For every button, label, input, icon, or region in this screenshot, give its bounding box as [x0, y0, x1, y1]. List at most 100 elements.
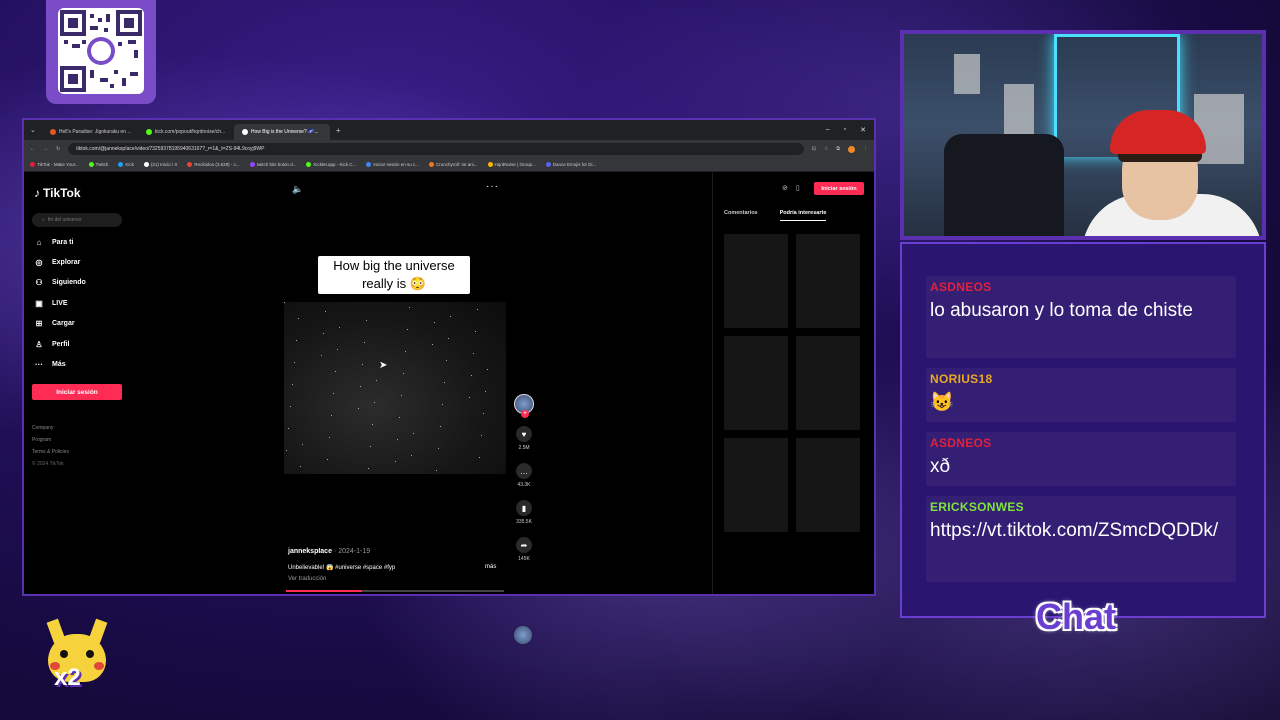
more-link[interactable]: más [485, 564, 496, 570]
star [411, 455, 412, 456]
bookmark-favicon-icon [366, 162, 372, 168]
video-thumbnail[interactable] [724, 438, 788, 532]
more-options-icon[interactable]: ··· [486, 181, 499, 192]
creator-avatar[interactable]: + [514, 394, 534, 418]
tab-kick[interactable]: kick.com/popout/hqrdnoise/ch... [138, 124, 234, 140]
bookmark-label: (21) Inicio / X [150, 161, 178, 167]
tab-tiktok[interactable]: How Big is the Universe? 🌌... [233, 124, 330, 140]
music-disc-icon[interactable] [514, 626, 532, 644]
video-author[interactable]: jannekspIace · 2024-1-19 [288, 548, 370, 555]
video-thumbnail[interactable] [796, 234, 860, 328]
tiktok-page: ♪ TikTok ⌕ fin del universo ⌂ Para ti ◎ Exp… [24, 172, 874, 644]
coin-icon[interactable]: ⊘ [782, 184, 788, 192]
bookmark-item[interactable]: Crunchyroll: Ve ani... [429, 161, 478, 168]
bookmark-item[interactable]: Dance Emojis for Di... [545, 162, 596, 168]
tab-you-may-like[interactable]: Podría interesarte [779, 210, 827, 221]
star [477, 309, 478, 310]
save-action[interactable]: ▮ 335.5K [516, 500, 532, 525]
star [292, 384, 293, 385]
chat-text: https://vt.tiktok.com/ZSmcDQDDk/ [930, 520, 1219, 541]
login-button-header[interactable]: Iniciar sesión [814, 182, 864, 195]
tab-hells-paradise[interactable]: Hell's Paradise: Jigokuraku en ... [42, 124, 138, 140]
star [302, 444, 303, 445]
star [335, 371, 336, 372]
tiktok-logo[interactable]: ♪ TikTok [34, 186, 81, 200]
tab-comments[interactable]: Comentarios [724, 210, 758, 221]
video-progress-bar[interactable] [286, 590, 504, 592]
footer-link-company[interactable]: Company [32, 422, 69, 434]
translate-link[interactable]: Ver traducción [288, 576, 326, 582]
like-action[interactable]: ♥ 2.5M [516, 426, 532, 451]
bookmark-item[interactable]: twitch bits botón d... [249, 162, 296, 168]
url-field[interactable]: tiktok.com/@jannekspIace/video/732593781… [68, 143, 804, 155]
minimize-icon[interactable]: – [826, 126, 830, 134]
star [337, 349, 338, 350]
login-button[interactable]: Iniciar sesión [32, 384, 122, 400]
bookmark-item[interactable]: (21) Inicio / X [143, 161, 178, 168]
footer-link-terms[interactable]: Terms & Policies [32, 446, 69, 458]
bookmark-favicon-icon [143, 162, 149, 168]
bookmark-item[interactable]: Iniciar sesión en su c... [366, 162, 419, 168]
star [333, 393, 334, 394]
profile-avatar-icon[interactable] [848, 145, 855, 153]
bookmark-star-icon[interactable]: ☆ [824, 146, 828, 152]
sound-icon[interactable]: 🔈 [292, 184, 303, 195]
bookmark-label: TikTok - Make Your... [37, 161, 79, 167]
sidebar-item-perfil[interactable]: ♙ Perfil [34, 334, 86, 354]
sidebar-item-live[interactable]: ▣ LIVE [34, 293, 86, 313]
star [403, 373, 404, 374]
back-icon[interactable]: ← [30, 146, 35, 152]
star [481, 435, 482, 436]
close-icon[interactable]: ✕ [860, 126, 866, 134]
webcam-feed [904, 34, 1262, 236]
pikachu-emote-icon: x2 [40, 618, 112, 698]
extensions-icon[interactable]: ⧉ [836, 146, 840, 152]
new-tab-button[interactable]: + [330, 126, 347, 135]
video-thumbnail[interactable] [796, 336, 860, 430]
install-icon[interactable]: ⊡ [812, 146, 816, 152]
sidebar-item-explorar[interactable]: ◎ Explorar [34, 252, 86, 272]
bookmark-label: Crunchyroll: Ve ani... [436, 161, 478, 167]
bookmark-item[interactable]: HqrdNoise | Group... [487, 161, 536, 168]
bookmark-item[interactable]: Kick [118, 162, 134, 168]
bookmark-label: HqrdNoise | Group... [494, 161, 536, 167]
tab-search-icon[interactable]: ⌄ [24, 126, 42, 134]
chat-label: Chat [1036, 596, 1116, 637]
sidebar-item-más[interactable]: ··· Más [34, 354, 86, 374]
video-thumbnail[interactable] [724, 234, 788, 328]
bookmark-item[interactable]: Twitch [88, 162, 108, 168]
sidebar-item-label: Explorar [52, 259, 81, 267]
pika-eye [60, 650, 68, 658]
action-bar: + ♥ 2.5M … 43.3K ▮ 335.5K ➦ 145K [512, 394, 536, 562]
footer-link-program[interactable]: Program [32, 434, 69, 446]
tab-title: How Big is the Universe? 🌌... [250, 129, 319, 135]
comment-count: 43.3K [517, 482, 531, 488]
menu-icon[interactable]: ⋮ [863, 146, 868, 152]
divider [712, 172, 713, 594]
video-player[interactable] [284, 302, 506, 474]
star [376, 380, 377, 381]
sidebar-item-para-ti[interactable]: ⌂ Para ti [34, 232, 86, 252]
comment-action[interactable]: … 43.3K [516, 463, 532, 488]
video-thumbnail[interactable] [796, 438, 860, 532]
bookmark-favicon-icon [30, 162, 35, 168]
bookmark-item[interactable]: TikTok - Make Your... [30, 161, 79, 168]
bookmark-item[interactable]: Kicklet.app - Kick C... [306, 162, 356, 168]
sidebar-item-cargar[interactable]: ⊞ Cargar [34, 314, 86, 334]
follow-plus-icon[interactable]: + [521, 410, 529, 418]
reload-icon[interactable]: ↻ [56, 146, 60, 152]
tiktok-icon [241, 129, 248, 135]
star [436, 470, 437, 471]
star [487, 369, 488, 370]
search-input[interactable]: ⌕ fin del universo [32, 213, 122, 227]
sidebar-item-siguiendo[interactable]: ⚇ Siguiendo [34, 273, 85, 293]
video-thumbnail[interactable] [724, 336, 788, 430]
forward-icon[interactable]: → [43, 146, 48, 152]
bookmark-item[interactable]: Recibidos (3,628) - c... [187, 162, 240, 168]
maximize-icon[interactable]: ▫ [844, 126, 846, 134]
profile-icon: ♙ [35, 339, 43, 349]
device-icon[interactable]: ▯ [796, 184, 800, 192]
share-action[interactable]: ➦ 145K [516, 537, 532, 562]
sidebar-item-label: Para ti [52, 238, 74, 246]
logo-text: TikTok [43, 186, 81, 200]
